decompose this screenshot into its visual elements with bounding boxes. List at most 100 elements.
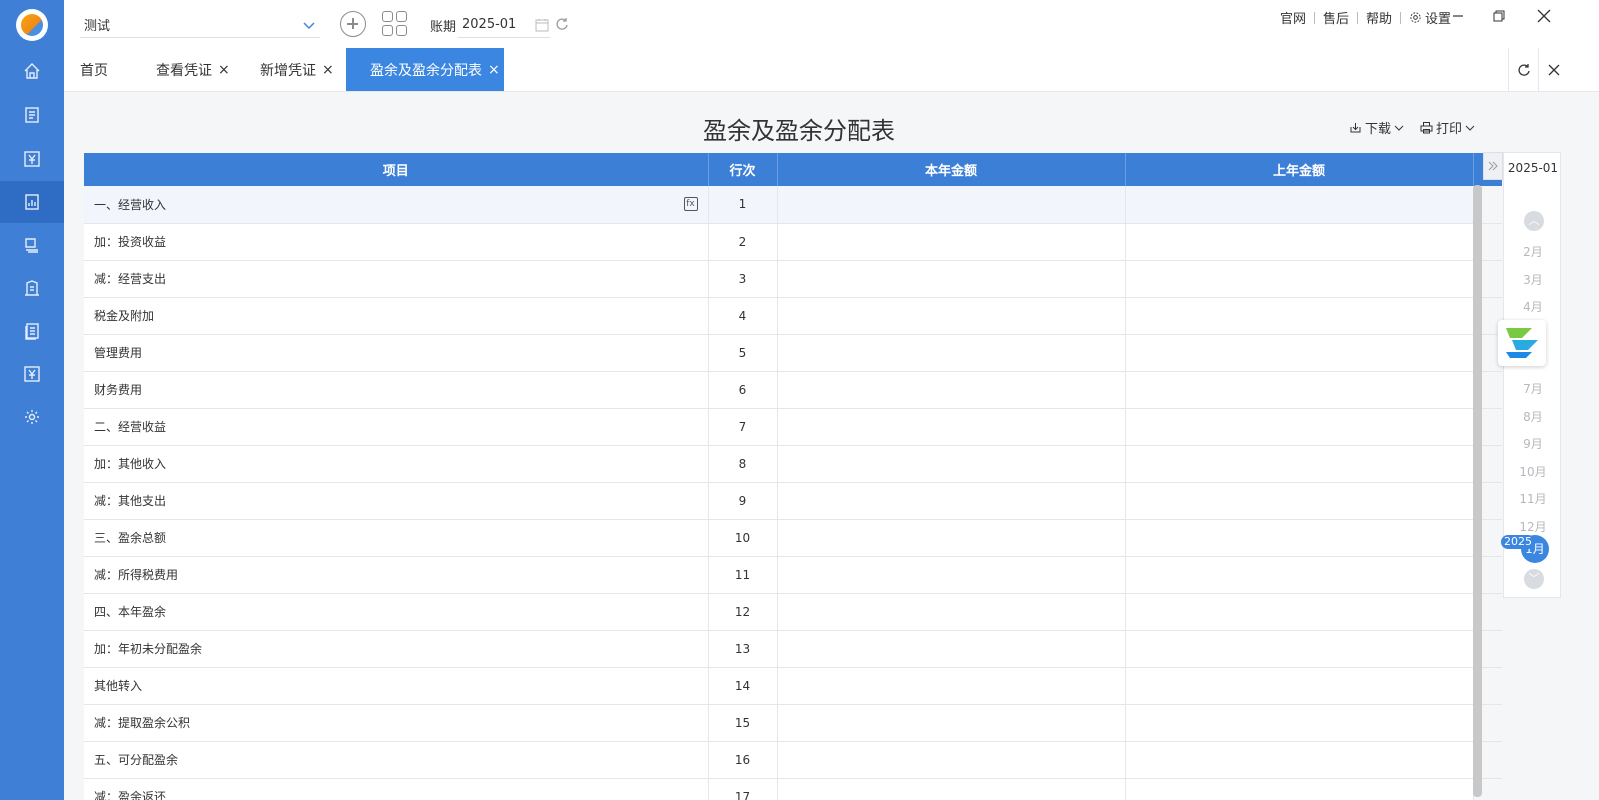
download-icon: [1350, 123, 1361, 133]
period-month-item[interactable]: 9月: [1504, 435, 1562, 452]
tab-view-voucher[interactable]: 查看凭证 ×: [156, 48, 230, 91]
cell-prior-year-amount[interactable]: [1125, 593, 1474, 631]
cell-line-number: 6: [708, 371, 778, 409]
cell-current-year-amount[interactable]: [777, 519, 1126, 557]
chevron-down-icon[interactable]: ﹀: [1524, 569, 1544, 589]
cell-prior-year-amount[interactable]: [1125, 482, 1474, 520]
cell-current-year-amount[interactable]: [777, 186, 1126, 224]
cell-item-label: 五、可分配盈余: [94, 753, 179, 767]
cell-item-label: 减：其他支出: [94, 494, 167, 508]
cell-line-number: 3: [708, 260, 778, 298]
restore-icon: [1493, 10, 1505, 22]
table-row: 加：投资收益 2: [84, 223, 1502, 261]
cell-current-year-amount[interactable]: [777, 556, 1126, 594]
link-official-site[interactable]: 官网: [1272, 8, 1314, 27]
link-after-sales[interactable]: 售后: [1315, 8, 1357, 27]
cell-current-year-amount[interactable]: [777, 778, 1126, 800]
cell-prior-year-amount[interactable]: [1125, 297, 1474, 335]
cell-prior-year-amount[interactable]: [1125, 371, 1474, 409]
cell-prior-year-amount[interactable]: [1125, 334, 1474, 372]
gear-icon[interactable]: [0, 396, 64, 438]
minimize-button[interactable]: [1446, 6, 1470, 26]
cell-current-year-amount[interactable]: [777, 223, 1126, 261]
cell-prior-year-amount[interactable]: [1125, 223, 1474, 261]
period-month-item[interactable]: 12月: [1504, 518, 1562, 535]
period-month-item[interactable]: 8月: [1504, 408, 1562, 425]
table-row: 管理费用 5: [84, 334, 1502, 372]
account-select[interactable]: 测试: [80, 12, 320, 38]
period-month-item[interactable]: 11月: [1504, 490, 1562, 507]
cell-current-year-amount[interactable]: [777, 297, 1126, 335]
cell-current-year-amount[interactable]: [777, 445, 1126, 483]
cell-item-label: 三、盈余总额: [94, 531, 167, 545]
period-month-item[interactable]: 7月: [1504, 380, 1562, 397]
finance-icon[interactable]: [0, 353, 64, 395]
cell-current-year-amount[interactable]: [777, 334, 1126, 372]
cell-prior-year-amount[interactable]: [1125, 445, 1474, 483]
voucher-icon[interactable]: [0, 94, 64, 136]
tab-home[interactable]: 首页: [80, 48, 108, 91]
cell-item-label: 减：盈余返还: [94, 790, 167, 800]
chevron-up-icon[interactable]: ︿: [1524, 211, 1544, 231]
download-button[interactable]: 下载: [1349, 118, 1404, 137]
period-month-item[interactable]: 3月: [1504, 271, 1562, 288]
restore-button[interactable]: [1487, 6, 1511, 26]
cell-prior-year-amount[interactable]: [1125, 630, 1474, 668]
refresh-period-icon[interactable]: [555, 17, 569, 31]
app-logo[interactable]: [16, 9, 48, 41]
cell-prior-year-amount[interactable]: [1125, 741, 1474, 779]
cell-item-label: 财务费用: [94, 383, 143, 397]
close-window-button[interactable]: [1532, 6, 1556, 26]
cell-current-year-amount[interactable]: [777, 704, 1126, 742]
cell-prior-year-amount[interactable]: [1125, 260, 1474, 298]
column-header-current-year: 本年金额: [777, 153, 1126, 186]
formula-icon[interactable]: fx: [683, 197, 698, 211]
period-input[interactable]: 2025-01: [458, 12, 550, 38]
cell-current-year-amount[interactable]: [777, 593, 1126, 631]
cell-current-year-amount[interactable]: [777, 260, 1126, 298]
cell-current-year-amount[interactable]: [777, 482, 1126, 520]
tab-new-voucher[interactable]: 新增凭证 ×: [260, 48, 334, 91]
cell-current-year-amount[interactable]: [777, 741, 1126, 779]
print-button[interactable]: 打印: [1420, 118, 1475, 137]
cell-prior-year-amount[interactable]: [1125, 667, 1474, 705]
cell-current-year-amount[interactable]: [777, 408, 1126, 446]
period-panel: 2025-01 ︿ 2月 3月 4月 7月 8月 9月 10月 11月 12月 1月 2025 ﹀: [1501, 152, 1562, 598]
cell-prior-year-amount[interactable]: [1125, 778, 1474, 800]
period-month-item[interactable]: 4月: [1504, 298, 1562, 315]
cell-prior-year-amount[interactable]: [1125, 704, 1474, 742]
add-icon[interactable]: [340, 11, 366, 37]
floating-app-logo[interactable]: [1498, 320, 1546, 366]
cell-prior-year-amount[interactable]: [1125, 186, 1474, 224]
close-all-tabs-button[interactable]: [1538, 48, 1568, 91]
close-icon[interactable]: ×: [488, 62, 500, 78]
vertical-scrollbar[interactable]: [1473, 185, 1482, 797]
yen-icon[interactable]: [0, 138, 64, 180]
cell-prior-year-amount[interactable]: [1125, 556, 1474, 594]
cell-prior-year-amount[interactable]: [1125, 408, 1474, 446]
cell-current-year-amount[interactable]: [777, 371, 1126, 409]
close-icon[interactable]: ×: [322, 62, 334, 78]
period-year-badge: 2025: [1501, 535, 1535, 549]
ledger-icon[interactable]: [0, 224, 64, 266]
period-month-item[interactable]: 2月: [1504, 243, 1562, 260]
link-help[interactable]: 帮助: [1358, 8, 1400, 27]
document-icon[interactable]: [0, 310, 64, 352]
collapse-panel-button[interactable]: [1483, 152, 1503, 180]
account-select-value: 测试: [84, 19, 111, 34]
cell-current-year-amount[interactable]: [777, 630, 1126, 668]
close-icon[interactable]: ×: [218, 62, 230, 78]
tab-surplus-distribution[interactable]: 盈余及盈余分配表 ×: [346, 48, 504, 91]
building-icon[interactable]: [0, 267, 64, 309]
home-icon[interactable]: [0, 50, 64, 92]
refresh-tab-button[interactable]: [1508, 48, 1538, 91]
tab-label: 首页: [80, 62, 108, 79]
cell-current-year-amount[interactable]: [777, 667, 1126, 705]
report-icon[interactable]: [0, 181, 64, 223]
cell-item-label: 减：提取盈余公积: [94, 716, 191, 730]
grid-menu-icon[interactable]: [382, 11, 408, 37]
calendar-icon: [535, 18, 549, 31]
period-month-item[interactable]: 10月: [1504, 463, 1562, 480]
cell-line-number: 10: [708, 519, 778, 557]
cell-prior-year-amount[interactable]: [1125, 519, 1474, 557]
